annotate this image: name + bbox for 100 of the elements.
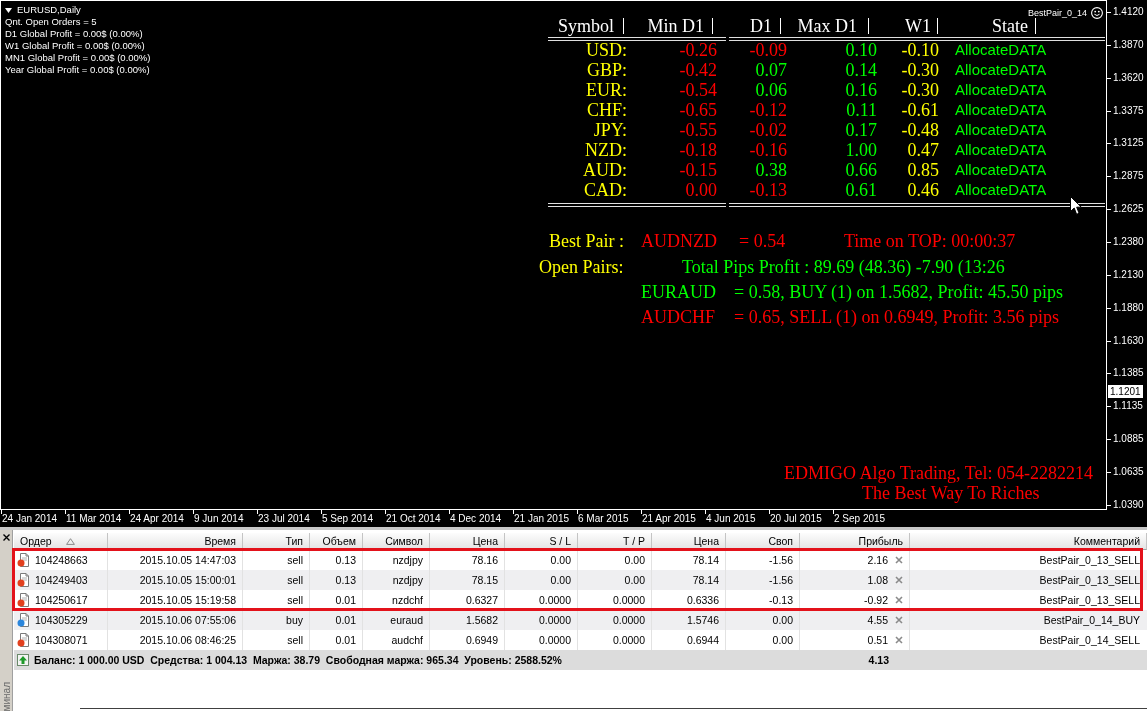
price-label: 1.2625 xyxy=(1107,202,1144,217)
profit-value: 2.16 xyxy=(867,554,888,566)
mouse-cursor-icon xyxy=(1070,196,1082,215)
currency-symbol: EUR: xyxy=(586,80,627,100)
w1-value: -0.10 xyxy=(901,40,939,60)
order-time: 2015.10.05 14:47:03 xyxy=(139,554,236,566)
order-comment: BestPair_0_13_SELL xyxy=(1039,594,1140,606)
d1-value: 0.07 xyxy=(755,60,787,80)
order-type: sell xyxy=(287,574,303,586)
d1-value: -0.12 xyxy=(749,100,787,120)
column-header: State xyxy=(992,15,1028,37)
order-time: 2015.10.05 15:19:58 xyxy=(139,594,236,606)
date-label: 23 Jul 2014 xyxy=(258,513,310,524)
currency-symbol: GBP: xyxy=(586,60,627,80)
d1-value: -0.16 xyxy=(749,140,787,160)
w1-value: -0.30 xyxy=(901,80,939,100)
max-d1-value: 0.14 xyxy=(845,60,877,80)
order-time: 2015.10.06 08:46:25 xyxy=(139,634,236,646)
price-label: 1.1135 xyxy=(1107,399,1143,414)
order-type: sell xyxy=(287,594,303,606)
open-price: 78.15 xyxy=(471,574,498,586)
info-line: MN1 Global Profit = 0.00$ (0.00%) xyxy=(5,52,151,64)
order-symbol: audchf xyxy=(391,634,423,646)
min-d1-value: -0.65 xyxy=(679,100,717,120)
stop-loss: 0.0000 xyxy=(538,614,571,626)
total-pips-profit: Total Pips Profit : 89.69 (48.36) -7.90 (13:26 xyxy=(682,257,1005,277)
profit-value: 0.51 xyxy=(867,634,888,646)
price-label: 1.1385 xyxy=(1107,366,1144,381)
price-label: 1.0885 xyxy=(1107,432,1144,447)
profit-value: -0.92 xyxy=(864,594,888,606)
take-profit: 0.0000 xyxy=(612,614,645,626)
current-price: 0.6336 xyxy=(686,594,719,606)
min-d1-value: -0.15 xyxy=(679,160,717,180)
state-value: AllocateDATA xyxy=(955,40,1047,60)
swap-value: -1.56 xyxy=(769,574,793,586)
date-label: 24 Jan 2014 xyxy=(2,513,58,524)
open-price: 1.5682 xyxy=(465,614,498,626)
price-label: 1.0635 xyxy=(1107,465,1144,480)
date-label: 4 Dec 2014 xyxy=(450,513,502,524)
stop-loss: 0.00 xyxy=(550,554,571,566)
order-comment: BestPair_0_13_SELL xyxy=(1039,554,1140,566)
panel-label: минал xyxy=(0,681,12,711)
state-value: AllocateDATA xyxy=(955,60,1047,80)
take-profit: 0.0000 xyxy=(612,634,645,646)
order-comment: BestPair_0_14_SELL xyxy=(1039,634,1140,646)
min-d1-value: -0.42 xyxy=(679,60,717,80)
swap-value: 0.00 xyxy=(772,634,793,646)
up-arrow-icon xyxy=(17,654,29,666)
date-label: 2 Sep 2015 xyxy=(834,513,886,524)
d1-value: -0.02 xyxy=(749,120,787,140)
order-symbol: euraud xyxy=(390,614,423,626)
min-d1-value: -0.55 xyxy=(679,120,717,140)
state-value: AllocateDATA xyxy=(955,160,1047,180)
order-comment: BestPair_0_14_BUY xyxy=(1043,614,1140,626)
smiley-icon[interactable] xyxy=(1091,7,1103,19)
footer-text: The Best Way To Riches xyxy=(862,483,1040,503)
order-number: 104305229 xyxy=(35,614,88,626)
order-time: 2015.10.06 07:55:06 xyxy=(139,614,236,626)
state-value: AllocateDATA xyxy=(955,120,1047,140)
dropdown-triangle-icon[interactable] xyxy=(5,7,12,13)
close-icon[interactable] xyxy=(2,534,10,541)
price-label: 1.2875 xyxy=(1107,169,1144,184)
current-price: 78.14 xyxy=(692,554,719,566)
open-price: 0.6949 xyxy=(465,634,498,646)
order-number: 104250617 xyxy=(35,594,88,606)
current-price: 78.14 xyxy=(692,574,719,586)
min-d1-value: -0.54 xyxy=(679,80,717,100)
max-d1-value: 0.10 xyxy=(845,40,877,60)
date-label: 21 Apr 2015 xyxy=(642,513,696,524)
position-symbol: AUDCHF xyxy=(641,307,715,327)
order-volume: 0.01 xyxy=(335,634,356,646)
order-type: buy xyxy=(286,614,303,626)
price-label: 1.3620 xyxy=(1107,70,1144,85)
swap-value: -1.56 xyxy=(769,554,793,566)
order-type: sell xyxy=(287,554,303,566)
account-summary: Баланс: 1 000.00 USD Средства: 1 004.13 Маржа: 38.79 Свободная маржа: 965.34 Уровень: 2588.52% xyxy=(34,654,562,666)
order-number: 104308071 xyxy=(35,634,88,646)
currency-symbol: CHF: xyxy=(586,100,627,120)
w1-value: -0.30 xyxy=(901,60,939,80)
date-label: 20 Jul 2015 xyxy=(770,513,822,524)
order-symbol: nzdjpy xyxy=(392,574,423,586)
price-label: 1.3870 xyxy=(1107,37,1144,52)
date-label: 21 Jan 2015 xyxy=(514,513,570,524)
order-number: 104249403 xyxy=(35,574,88,586)
state-value: AllocateDATA xyxy=(955,80,1047,100)
d1-value: 0.38 xyxy=(755,160,787,180)
price-label: 1.1880 xyxy=(1107,300,1144,315)
w1-value: -0.48 xyxy=(901,120,939,140)
order-symbol: nzdjpy xyxy=(392,554,423,566)
state-value: AllocateDATA xyxy=(955,180,1047,200)
order-type: sell xyxy=(287,634,303,646)
best-pair-label: Best Pair : xyxy=(549,231,624,251)
info-line: Qnt. Open Orders = 5 xyxy=(5,16,97,28)
order-symbol: nzdchf xyxy=(392,594,423,606)
stop-loss: 0.0000 xyxy=(538,594,571,606)
position-details: = 0.65, SELL (1) on 0.6949, Profit: 3.56 pips xyxy=(734,307,1059,327)
column-header: D1 xyxy=(750,15,772,37)
order-volume: 0.13 xyxy=(335,554,356,566)
take-profit: 0.00 xyxy=(624,574,645,586)
position-details: = 0.58, BUY (1) on 1.5682, Profit: 45.50 pips xyxy=(734,282,1063,302)
